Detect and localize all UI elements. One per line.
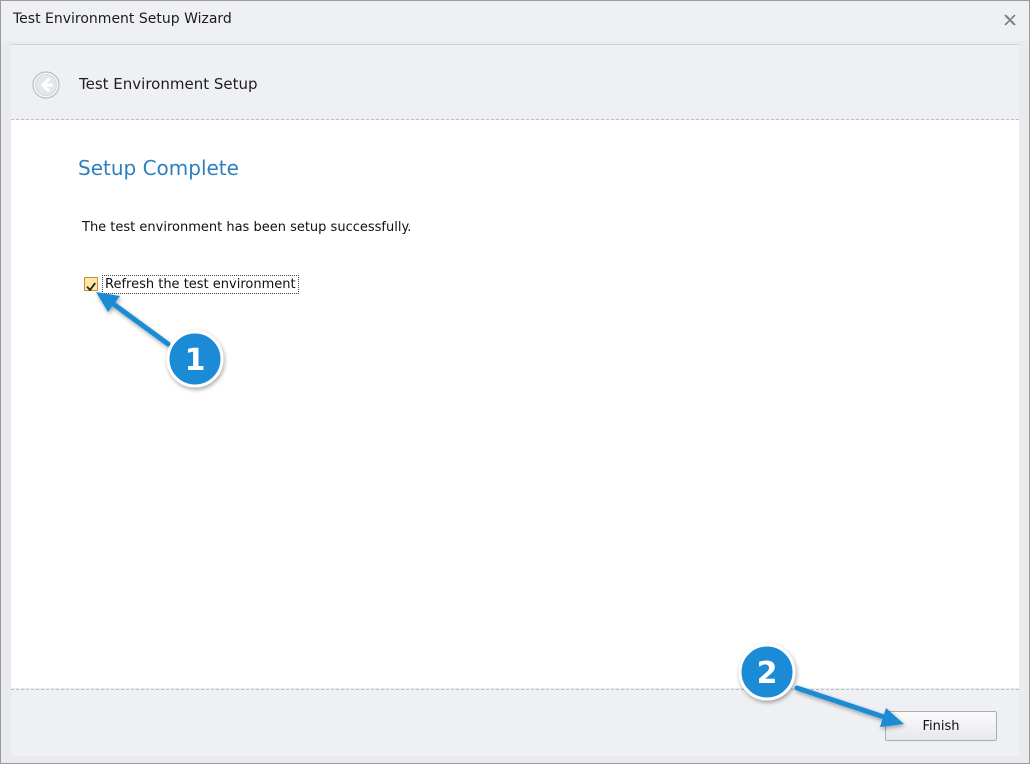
- wizard-window: Test Environment Setup Wizard Test Envir…: [0, 0, 1030, 764]
- window-title: Test Environment Setup Wizard: [13, 11, 232, 27]
- back-arrow-icon[interactable]: [31, 70, 61, 100]
- header-title: Test Environment Setup: [79, 75, 258, 93]
- refresh-checkbox[interactable]: [84, 277, 98, 291]
- wizard-footer: Finish: [11, 689, 1019, 756]
- title-bar: Test Environment Setup Wizard: [1, 1, 1029, 41]
- finish-button[interactable]: Finish: [885, 711, 997, 741]
- close-icon[interactable]: [1001, 11, 1019, 29]
- success-message: The test environment has been setup succ…: [82, 220, 412, 235]
- refresh-checkbox-label[interactable]: Refresh the test environment: [102, 275, 299, 294]
- checkmark-icon: [86, 282, 96, 291]
- wizard-header: Test Environment Setup: [11, 44, 1019, 120]
- page-title: Setup Complete: [78, 156, 239, 180]
- wizard-content: Setup Complete The test environment has …: [11, 120, 1019, 688]
